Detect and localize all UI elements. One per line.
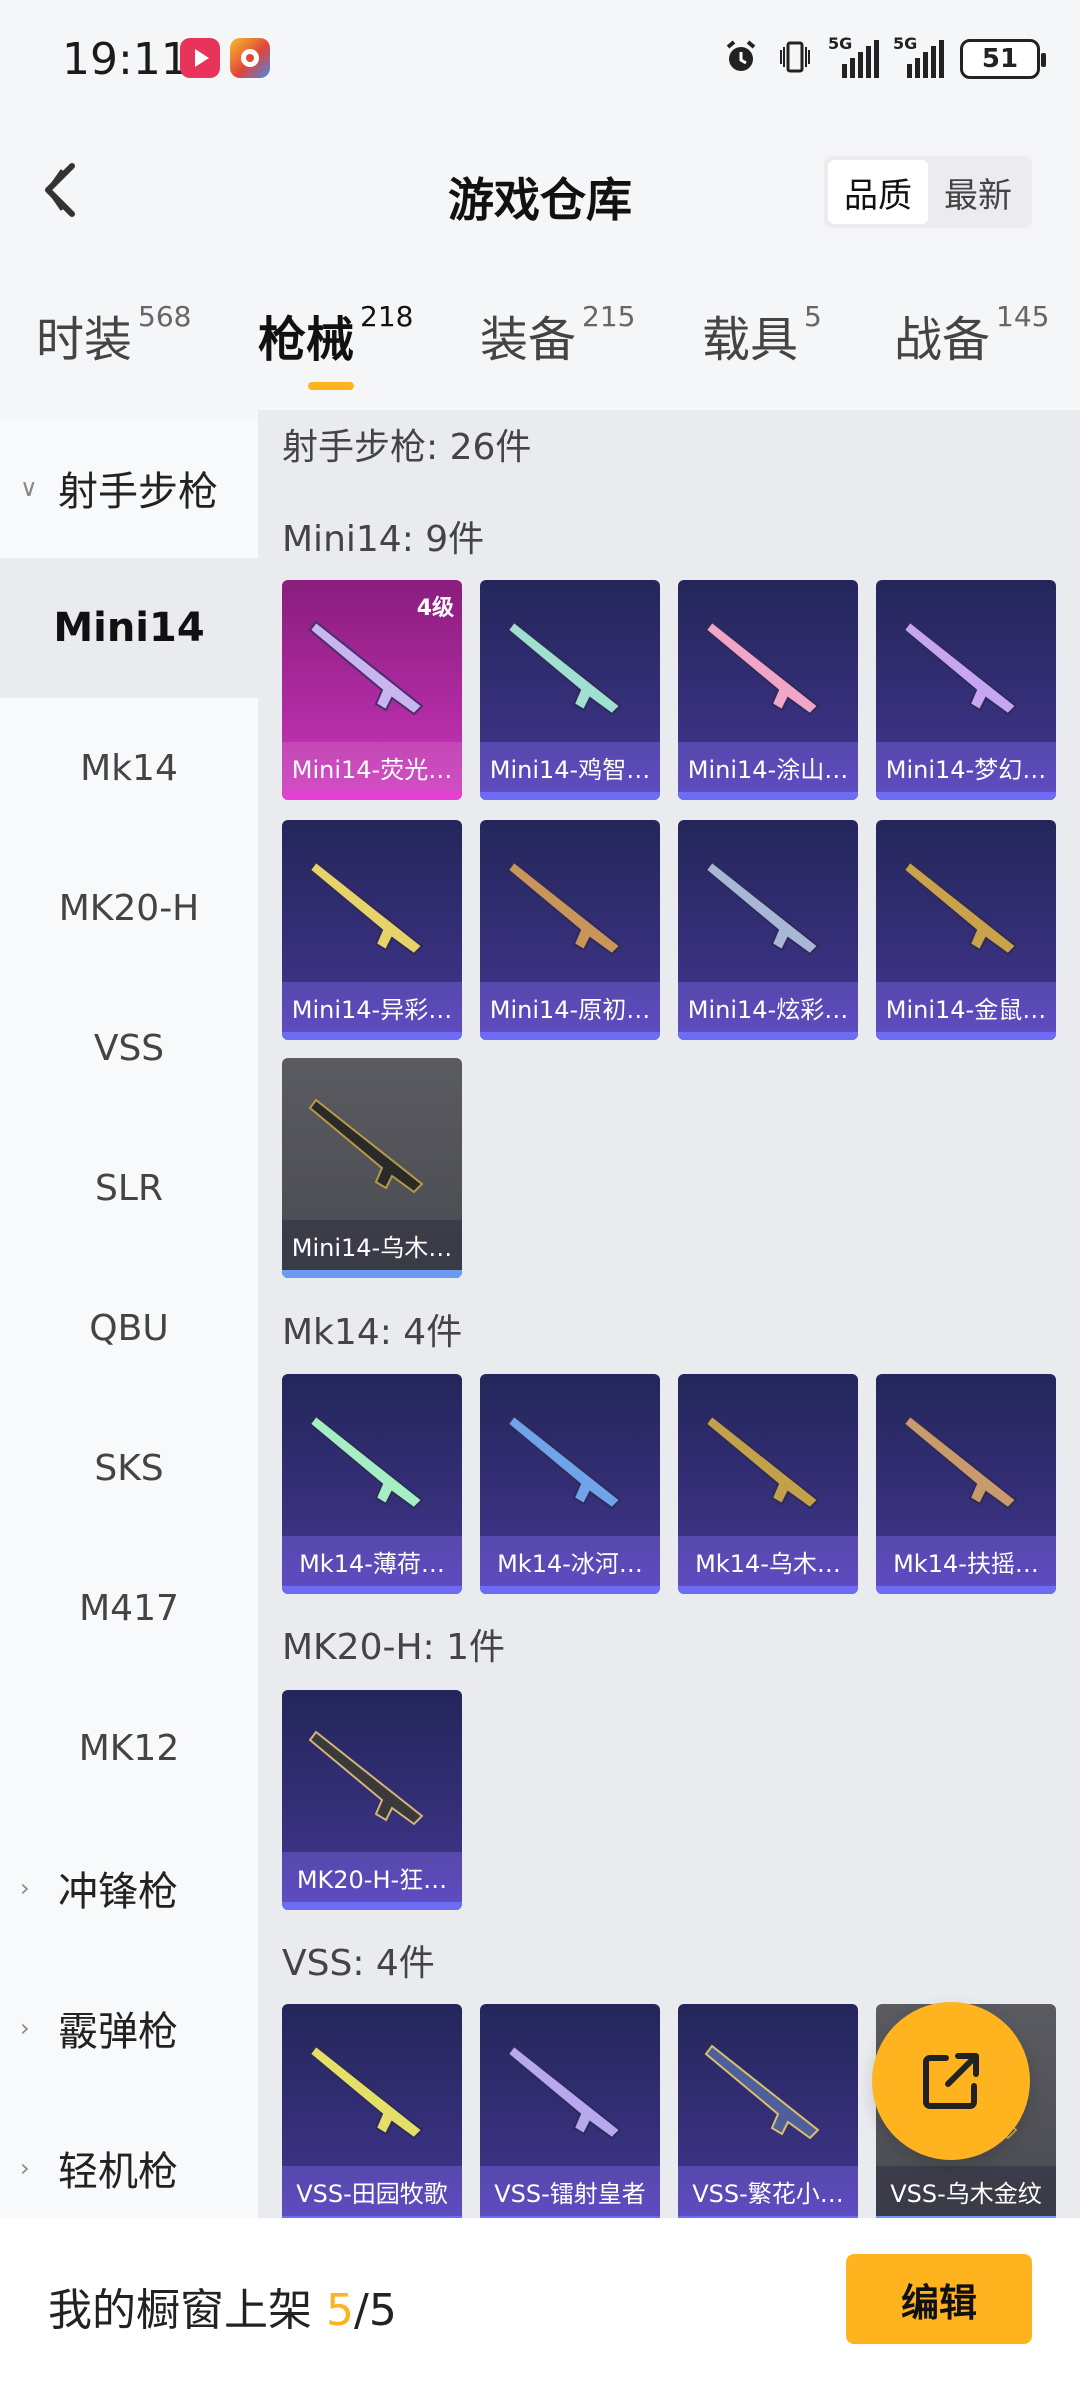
skin-card[interactable]: Mini14-金鼠… [876,820,1056,1040]
alarm-icon [722,38,760,80]
weapon-sidebar: ∨ 射手步枪 Mini14 Mk14 MK20-H VSS SLR QBU SK… [0,418,258,2218]
skin-card[interactable]: Mk14-薄荷… [282,1374,462,1594]
external-share-icon [923,2053,979,2109]
skin-card[interactable]: Mk14-冰河… [480,1374,660,1594]
rifle-icon [704,1414,820,1510]
skin-card[interactable]: Mini14-异彩… [282,820,462,1040]
rifle-icon [308,860,424,956]
skin-card[interactable]: Mini14-鸡智… [480,580,660,800]
weapon-grid: 射手步枪: 26件 Mini14: 9件 4级 Mini14-荧光… Mini1… [258,410,1080,2220]
sidebar-group-marksman[interactable]: ∨ 射手步枪 [0,418,258,558]
battery-indicator: 51 [960,39,1046,79]
tab-guns[interactable]: 枪械 218 [258,300,413,370]
rifle-icon [506,620,622,716]
chevron-right-icon: › [20,2154,30,2182]
tab-fashion[interactable]: 时装 568 [36,300,191,370]
rifle-icon [506,2044,622,2140]
rifle-icon [308,1414,424,1510]
skin-card[interactable]: Mini14-原初… [480,820,660,1040]
rifle-icon [704,620,820,716]
rifle-icon [506,860,622,956]
status-time: 19:11 [62,34,189,85]
sort-toggle: 品质 最新 [824,156,1032,228]
signal-icon-2: 5G [893,34,944,78]
rifle-icon [506,1414,622,1510]
rifle-icon [308,1098,424,1194]
skin-card[interactable]: VSS-镭射皇者 [480,2004,660,2220]
sidebar-item-mk12[interactable]: MK12 [0,1678,258,1818]
rifle-icon [308,1730,424,1826]
skin-card[interactable]: VSS-田园牧歌 [282,2004,462,2220]
video-app-icon [180,38,220,78]
chevron-right-icon: › [20,1874,30,1902]
skin-card[interactable]: Mk14-扶摇… [876,1374,1056,1594]
chevron-down-icon: ∨ [20,474,38,502]
skin-card[interactable]: 4级 Mini14-荧光… [282,580,462,800]
sidebar-item-mk14[interactable]: Mk14 [0,698,258,838]
section-title-mk20h: MK20-H: 1件 [282,1627,506,1668]
skin-card[interactable]: Mini14-乌木… [282,1058,462,1278]
skin-card[interactable]: VSS-繁花小… [678,2004,858,2220]
rifle-icon [902,860,1018,956]
status-bar: 19:11 5G 5G 51 [0,0,1080,120]
rifle-icon [308,2044,424,2140]
skin-card[interactable]: Mini14-梦幻… [876,580,1056,800]
showcase-status: 我的橱窗上架 5/5 [48,2285,397,2336]
section-title-mini14: Mini14: 9件 [282,519,485,560]
category-total: 射手步枪: 26件 [282,427,532,468]
tab-supplies[interactable]: 战备 145 [894,300,1049,370]
sidebar-item-sks[interactable]: SKS [0,1398,258,1538]
sidebar-item-qbu[interactable]: QBU [0,1258,258,1398]
sidebar-group-smg[interactable]: › 冲锋枪 [0,1818,258,1958]
sidebar-group-shotgun[interactable]: › 霰弹枪 [0,1958,258,2098]
skin-card[interactable]: MK20-H-狂… [282,1690,462,1910]
skin-card[interactable]: Mini14-炫彩… [678,820,858,1040]
vibrate-icon [776,38,814,80]
share-button[interactable] [872,2002,1030,2160]
sidebar-item-slr[interactable]: SLR [0,1118,258,1258]
active-tab-indicator [308,382,354,390]
sidebar-item-vss[interactable]: VSS [0,978,258,1118]
sort-quality-button[interactable]: 品质 [828,160,928,224]
showcase-bar: 我的橱窗上架 5/5 编辑 [0,2218,1080,2382]
sidebar-item-m417[interactable]: M417 [0,1538,258,1678]
rifle-icon [308,620,424,716]
rifle-icon [704,2044,820,2140]
sidebar-item-mk20h[interactable]: MK20-H [0,838,258,978]
skin-card[interactable]: Mini14-涂山… [678,580,858,800]
rifle-icon [704,860,820,956]
edit-button[interactable]: 编辑 [846,2254,1032,2344]
signal-icon-1: 5G [828,34,879,78]
rifle-icon [902,1414,1018,1510]
game-app-icon [230,38,270,78]
sidebar-group-lmg[interactable]: › 轻机枪 [0,2098,258,2238]
section-title-mk14: Mk14: 4件 [282,1312,463,1353]
section-title-vss: VSS: 4件 [282,1943,435,1984]
category-tabs: 时装 568 枪械 218 装备 215 载具 5 战备 145 [0,300,1080,410]
sidebar-item-mini14[interactable]: Mini14 [0,558,258,698]
rifle-icon [902,620,1018,716]
tab-vehicles[interactable]: 载具 5 [702,300,822,370]
chevron-right-icon: › [20,2014,30,2042]
tab-equipment[interactable]: 装备 215 [480,300,635,370]
sort-newest-button[interactable]: 最新 [928,160,1028,224]
page-header: 游戏仓库 品质 最新 [0,120,1080,260]
skin-card[interactable]: Mk14-乌木… [678,1374,858,1594]
